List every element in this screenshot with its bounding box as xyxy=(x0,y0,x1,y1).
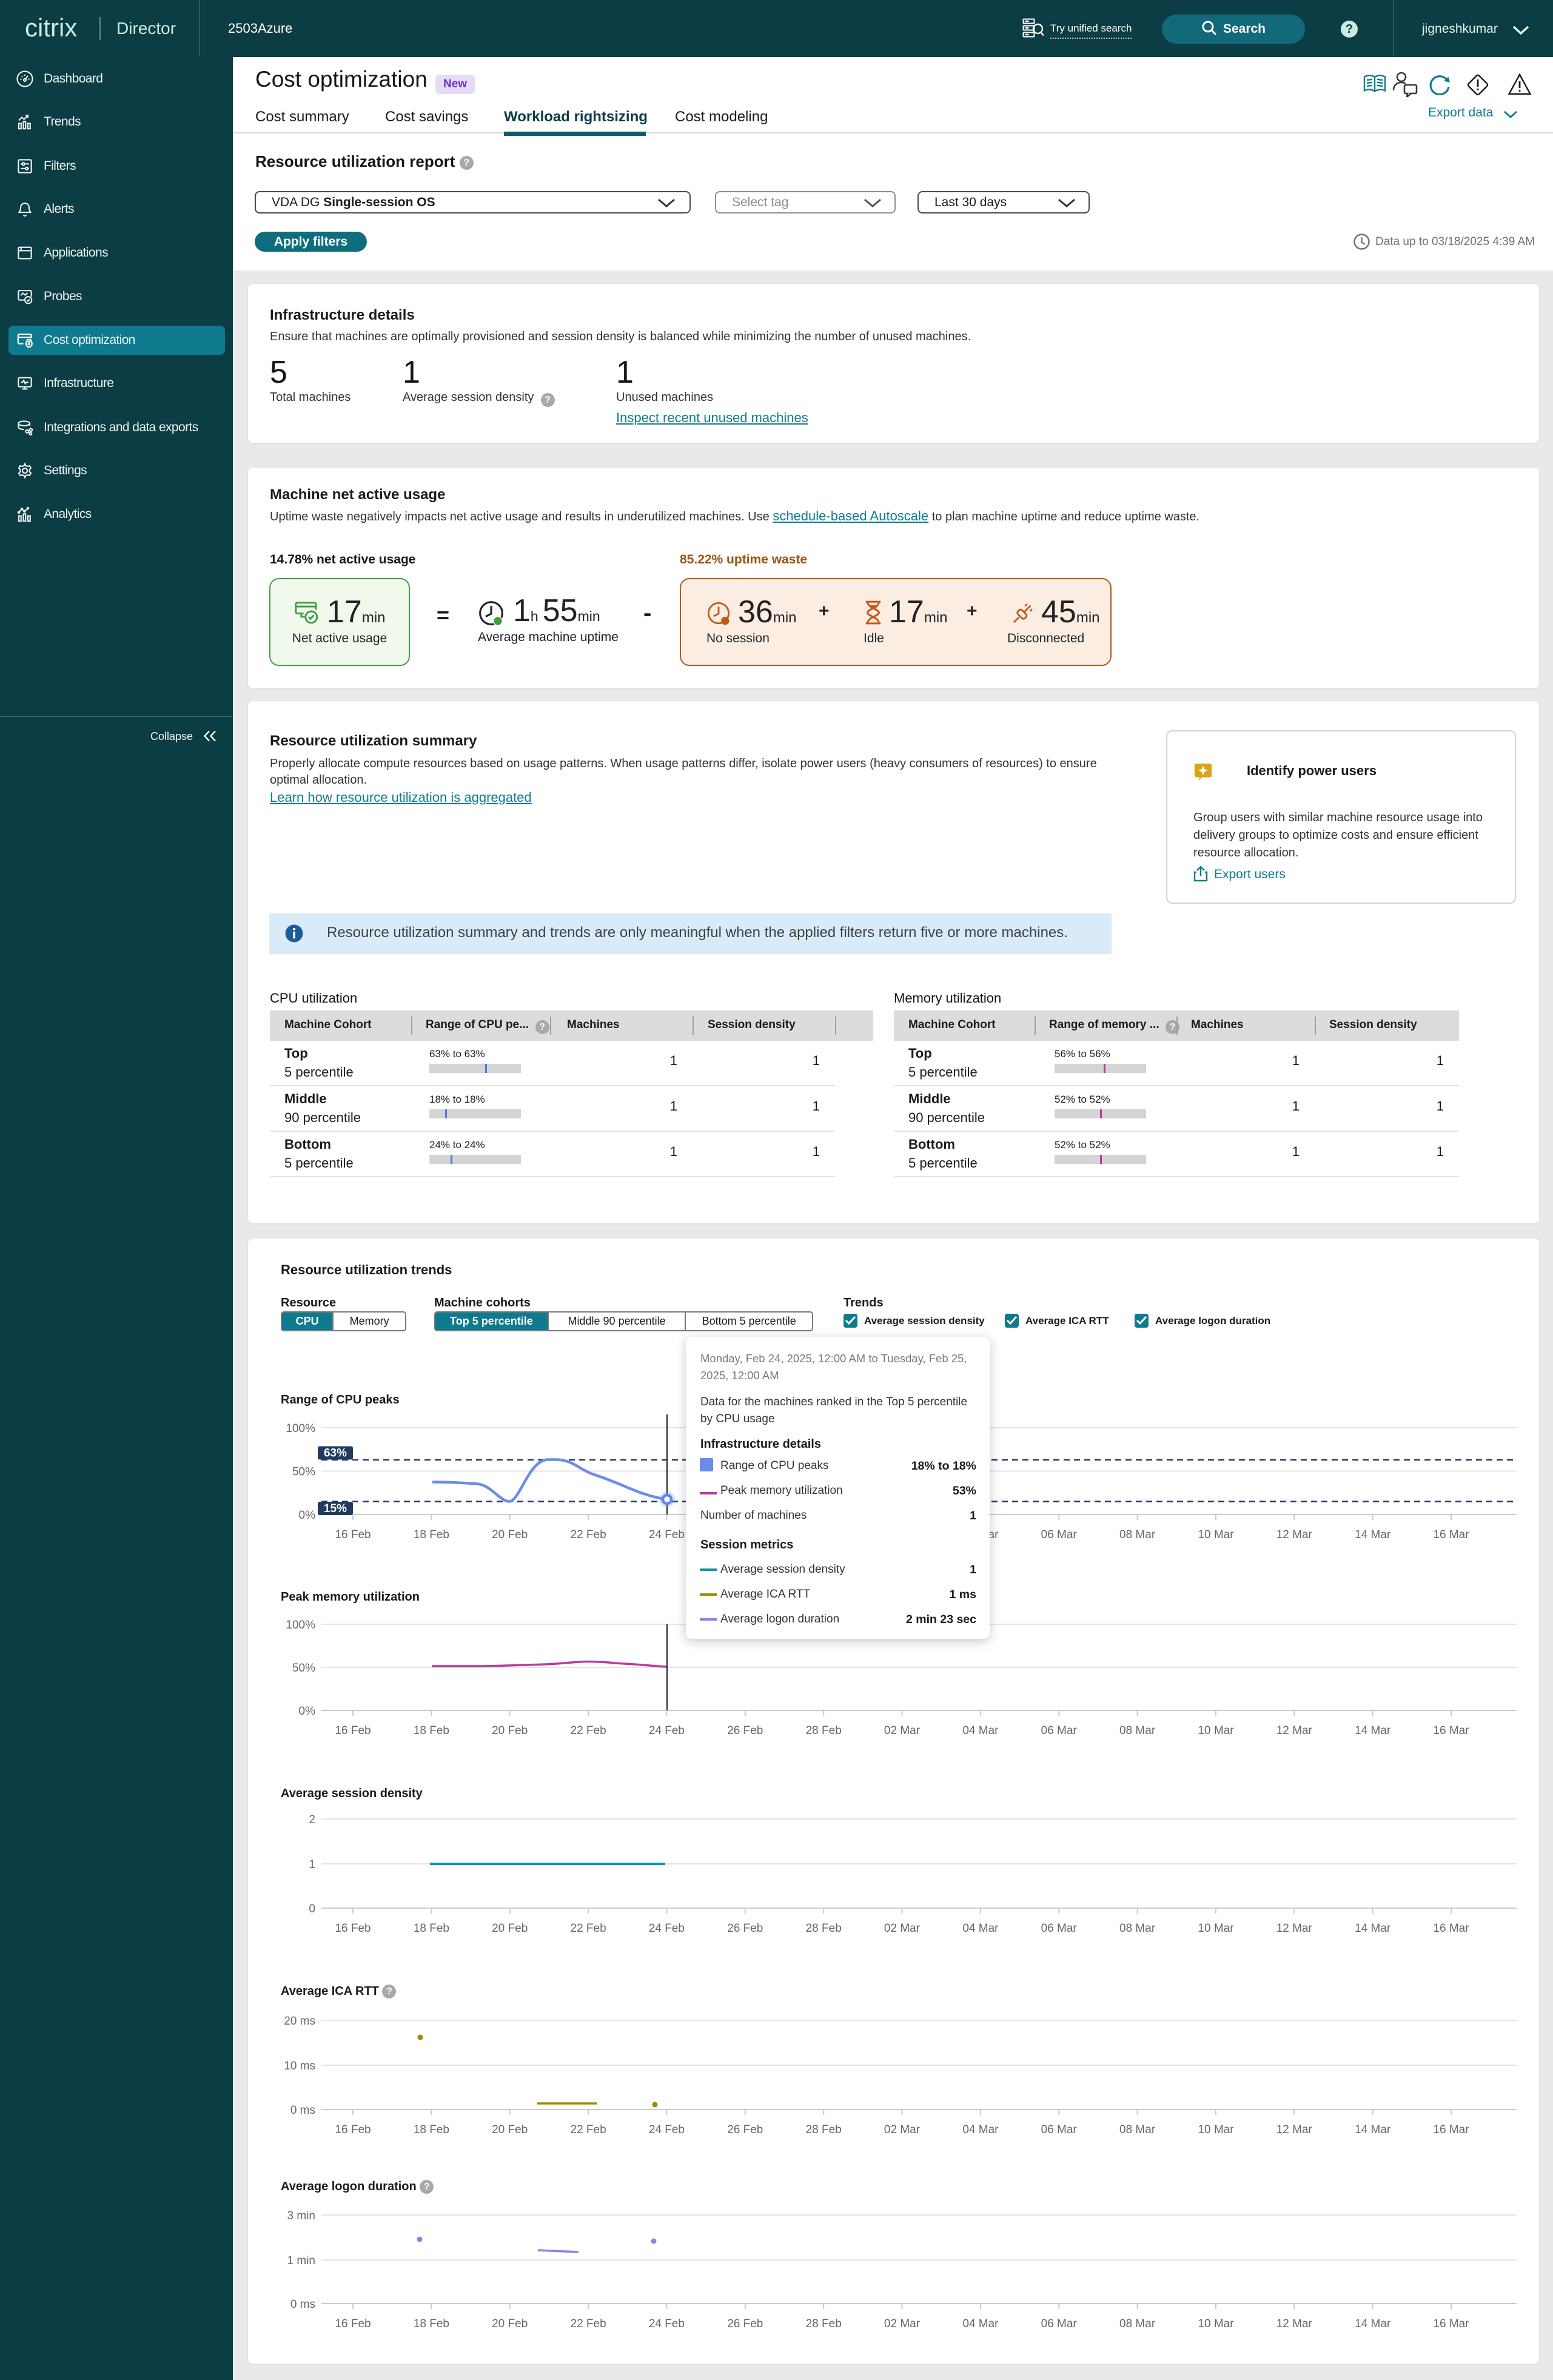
svg-text:16 Feb: 16 Feb xyxy=(335,1922,371,1935)
svg-text:14 Mar: 14 Mar xyxy=(1355,2123,1391,2136)
svg-text:04 Mar: 04 Mar xyxy=(962,2123,999,2136)
svg-text:50%: 50% xyxy=(292,1466,315,1479)
svg-text:28 Feb: 28 Feb xyxy=(806,1922,842,1935)
svg-text:12 Mar: 12 Mar xyxy=(1276,1528,1313,1541)
svg-text:0 ms: 0 ms xyxy=(290,2298,315,2311)
svg-text:24 Feb: 24 Feb xyxy=(649,1724,685,1737)
svg-text:24 Feb: 24 Feb xyxy=(649,1922,685,1935)
svg-text:02 Mar: 02 Mar xyxy=(884,2318,921,2330)
svg-text:26 Feb: 26 Feb xyxy=(727,2123,763,2136)
svg-text:06 Mar: 06 Mar xyxy=(1041,1922,1078,1935)
svg-text:10 Mar: 10 Mar xyxy=(1198,1724,1234,1737)
svg-text:20 Feb: 20 Feb xyxy=(492,1724,528,1737)
svg-text:06 Mar: 06 Mar xyxy=(1041,2318,1078,2330)
svg-text:04 Mar: 04 Mar xyxy=(962,1922,999,1935)
svg-text:14 Mar: 14 Mar xyxy=(1355,1724,1391,1737)
svg-text:20 Feb: 20 Feb xyxy=(492,2123,528,2136)
svg-text:16 Feb: 16 Feb xyxy=(335,1724,371,1737)
svg-text:18 Feb: 18 Feb xyxy=(414,1922,449,1935)
svg-text:20 Feb: 20 Feb xyxy=(492,1922,528,1935)
svg-text:24 Feb: 24 Feb xyxy=(649,1528,685,1541)
svg-text:22 Feb: 22 Feb xyxy=(571,1528,606,1541)
svg-text:1: 1 xyxy=(309,1858,315,1871)
svg-text:28 Feb: 28 Feb xyxy=(806,1724,842,1737)
svg-text:06 Mar: 06 Mar xyxy=(1041,1528,1078,1541)
svg-text:04 Mar: 04 Mar xyxy=(962,2318,999,2330)
svg-text:20 Feb: 20 Feb xyxy=(492,1528,528,1541)
svg-text:02 Mar: 02 Mar xyxy=(884,2123,921,2136)
svg-text:08 Mar: 08 Mar xyxy=(1119,1922,1156,1935)
svg-text:02 Mar: 02 Mar xyxy=(884,1724,921,1737)
svg-text:14 Mar: 14 Mar xyxy=(1355,1922,1391,1935)
svg-text:22 Feb: 22 Feb xyxy=(571,1724,606,1737)
svg-text:10 Mar: 10 Mar xyxy=(1198,2318,1234,2330)
svg-text:10 Mar: 10 Mar xyxy=(1198,1922,1234,1935)
svg-text:22 Feb: 22 Feb xyxy=(571,2123,606,2136)
svg-text:12 Mar: 12 Mar xyxy=(1276,2123,1313,2136)
svg-text:08 Mar: 08 Mar xyxy=(1119,2123,1156,2136)
svg-text:02 Mar: 02 Mar xyxy=(884,1922,921,1935)
svg-text:26 Feb: 26 Feb xyxy=(727,2318,763,2330)
svg-text:16 Feb: 16 Feb xyxy=(335,2123,371,2136)
svg-text:0 ms: 0 ms xyxy=(290,2104,315,2117)
svg-text:18 Feb: 18 Feb xyxy=(414,2318,449,2330)
svg-text:18 Feb: 18 Feb xyxy=(414,1528,449,1541)
svg-text:16 Mar: 16 Mar xyxy=(1433,2123,1469,2136)
svg-text:16 Mar: 16 Mar xyxy=(1433,1528,1469,1541)
svg-text:06 Mar: 06 Mar xyxy=(1041,2123,1078,2136)
svg-text:22 Feb: 22 Feb xyxy=(571,2318,606,2330)
svg-text:10 Mar: 10 Mar xyxy=(1198,1528,1234,1541)
svg-text:14 Mar: 14 Mar xyxy=(1355,1528,1391,1541)
svg-text:16 Feb: 16 Feb xyxy=(335,1528,371,1541)
svg-text:10 Mar: 10 Mar xyxy=(1198,2123,1234,2136)
svg-text:26 Feb: 26 Feb xyxy=(727,1724,763,1737)
svg-text:2: 2 xyxy=(309,1814,315,1826)
svg-text:24 Feb: 24 Feb xyxy=(649,2318,685,2330)
svg-text:14 Mar: 14 Mar xyxy=(1355,2318,1391,2330)
svg-text:08 Mar: 08 Mar xyxy=(1119,1724,1156,1737)
svg-text:12 Mar: 12 Mar xyxy=(1276,1922,1313,1935)
svg-text:08 Mar: 08 Mar xyxy=(1119,1528,1156,1541)
svg-text:18 Feb: 18 Feb xyxy=(414,2123,449,2136)
svg-text:20 Feb: 20 Feb xyxy=(492,2318,528,2330)
svg-text:24 Feb: 24 Feb xyxy=(649,2123,685,2136)
svg-text:63%: 63% xyxy=(324,1447,347,1460)
svg-text:16 Mar: 16 Mar xyxy=(1433,1922,1469,1935)
svg-text:06 Mar: 06 Mar xyxy=(1041,1724,1078,1737)
svg-text:1 min: 1 min xyxy=(287,2254,315,2267)
svg-text:28 Feb: 28 Feb xyxy=(806,2123,842,2136)
svg-text:20 ms: 20 ms xyxy=(284,2015,315,2028)
svg-text:28 Feb: 28 Feb xyxy=(806,2318,842,2330)
svg-text:0%: 0% xyxy=(299,1705,316,1718)
svg-text:100%: 100% xyxy=(286,1619,315,1632)
svg-text:08 Mar: 08 Mar xyxy=(1119,2318,1156,2330)
svg-text:16 Feb: 16 Feb xyxy=(335,2318,371,2330)
svg-text:12 Mar: 12 Mar xyxy=(1276,1724,1313,1737)
svg-text:15%: 15% xyxy=(324,1502,347,1515)
svg-text:10 ms: 10 ms xyxy=(284,2060,315,2072)
svg-text:04 Mar: 04 Mar xyxy=(962,1724,999,1737)
svg-text:26 Feb: 26 Feb xyxy=(727,1922,763,1935)
svg-text:3 min: 3 min xyxy=(287,2210,315,2222)
svg-text:50%: 50% xyxy=(292,1662,315,1675)
svg-text:18 Feb: 18 Feb xyxy=(414,1724,449,1737)
svg-text:0%: 0% xyxy=(299,1509,316,1522)
svg-text:16 Mar: 16 Mar xyxy=(1433,2318,1469,2330)
svg-text:22 Feb: 22 Feb xyxy=(571,1922,606,1935)
svg-text:0: 0 xyxy=(309,1903,315,1915)
svg-text:100%: 100% xyxy=(286,1422,315,1435)
svg-text:16 Mar: 16 Mar xyxy=(1433,1724,1469,1737)
svg-text:12 Mar: 12 Mar xyxy=(1276,2318,1313,2330)
